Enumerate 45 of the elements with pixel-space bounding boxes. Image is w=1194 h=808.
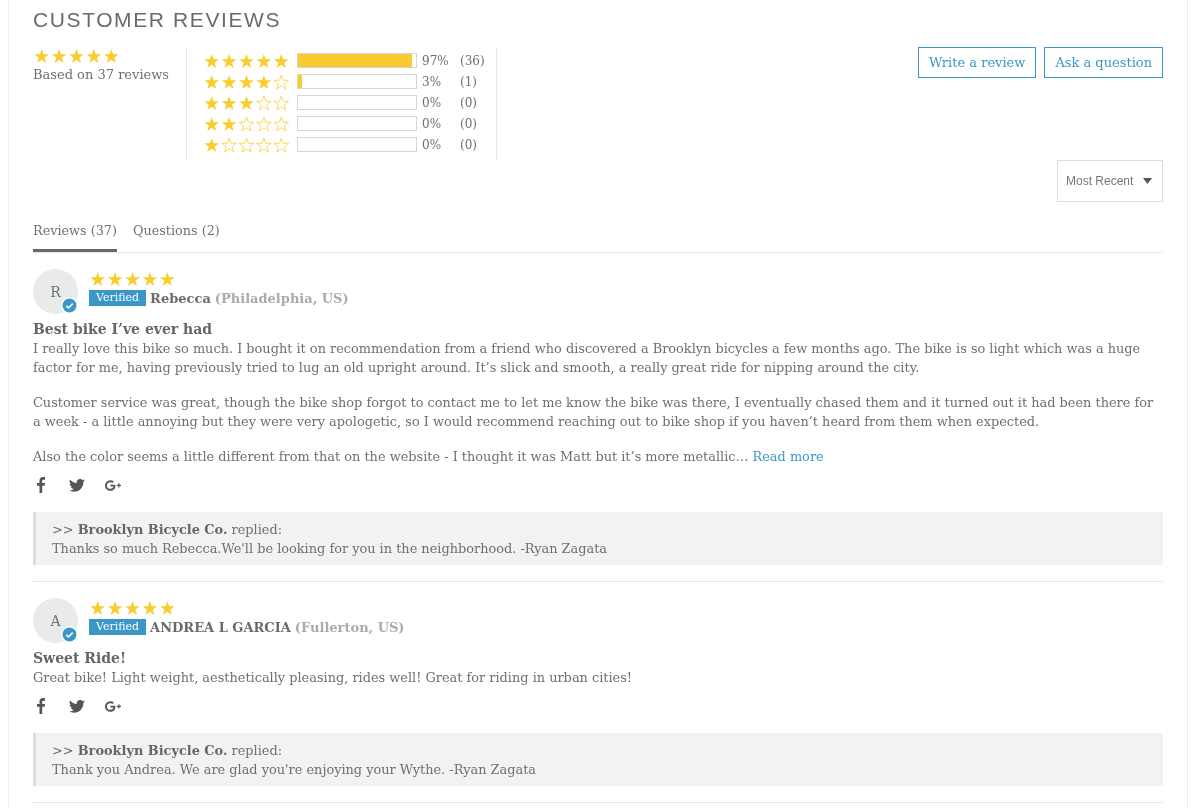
reviewer-name: Rebecca <box>150 290 211 306</box>
action-button[interactable]: Write a review <box>918 47 1037 78</box>
caret-icon <box>1143 178 1152 184</box>
check-badge-icon <box>61 626 78 643</box>
google-plus-icon[interactable] <box>105 479 121 491</box>
verified-badge: Verified <box>89 290 147 306</box>
check-badge-icon <box>61 297 78 314</box>
reviewer-location: (Philadelphia, US) <box>214 290 349 306</box>
rating-percent: 0% <box>422 116 443 131</box>
reviewer-name: ANDREA L GARCIA <box>150 619 291 635</box>
reply-header: >> Brooklyn Bicycle Co. replied: <box>52 741 284 760</box>
reviewer-location: (Fullerton, US) <box>294 619 405 635</box>
rating-count: (0) <box>460 137 477 152</box>
review-text: Also the color seems a little different from that on the website - I thought it was Matt but it’s more metallic… Read more <box>33 448 825 466</box>
reply-text: Thank you Andrea. We are glad you're enjoying your Wythe. -Ryan Zagata <box>52 760 537 779</box>
review-text: I really love this bike so much. I bought it on recommendation from a friend who discovered a Brooklyn bicycles a few months ago. The bike is so light which was a huge factor for me, having previously tried to lug an old upright around. It’s slick and smooth, a really great ride for nipping around the city. <box>33 340 1142 377</box>
twitter-icon[interactable] <box>69 699 85 713</box>
avatar-initial: A <box>50 612 61 629</box>
rating-count: (0) <box>460 95 477 110</box>
rating-count: (36) <box>460 53 485 68</box>
google-plus-icon[interactable] <box>105 700 121 712</box>
rating-percent: 0% <box>422 137 443 152</box>
facebook-icon[interactable] <box>37 477 45 493</box>
tab[interactable]: Reviews (37) <box>33 220 117 252</box>
rating-percent: 0% <box>422 95 443 110</box>
tab[interactable]: Questions (2) <box>132 220 220 252</box>
section-title: CUSTOMER REVIEWS <box>33 8 282 32</box>
reply-header: >> Brooklyn Bicycle Co. replied: <box>52 520 284 539</box>
reply-text: Thanks so much Rebecca.We'll be looking for you in the neighborhood. -Ryan Zagata <box>52 539 609 558</box>
rating-percent: 97% <box>422 53 450 68</box>
action-button[interactable]: Ask a question <box>1044 47 1163 78</box>
review-title: Best bike I’ve ever had <box>33 320 214 339</box>
review-count-text: Based on 37 reviews <box>33 66 170 84</box>
sort-dropdown[interactable]: Most Recent <box>1057 160 1163 202</box>
review-text: Great bike! Light weight, aesthetically pleasing, rides well! Great for riding in urban cities! <box>33 669 634 687</box>
facebook-icon[interactable] <box>37 698 45 714</box>
review-title: Sweet Ride! <box>33 649 128 668</box>
verified-badge: Verified <box>89 619 147 635</box>
rating-count: (1) <box>460 74 477 89</box>
read-more-link[interactable]: Read more <box>752 449 824 464</box>
review-text: Customer service was great, though the bike shop forgot to contact me to let me know the bike was there, I eventually chased them and it turned out it had been there for a week - a little annoying but they were very apologetic, so I would recommend reaching out to bike shop if you haven’t heard from them when expected. <box>33 394 1155 431</box>
avatar-initial: R <box>50 283 61 300</box>
rating-percent: 3% <box>422 74 443 89</box>
twitter-icon[interactable] <box>69 478 85 492</box>
rating-count: (0) <box>460 116 477 131</box>
